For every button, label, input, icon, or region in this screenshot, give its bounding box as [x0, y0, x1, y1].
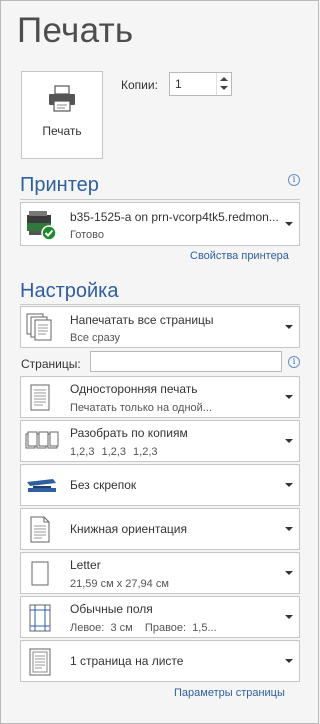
- page-title: Печать: [17, 11, 134, 50]
- copies-value: 1: [175, 77, 182, 91]
- margins-value: Обычные поля: [70, 602, 153, 616]
- pages-icon: [25, 312, 55, 347]
- pages-per-sheet-icon: [25, 647, 55, 682]
- settings-section-divider: [20, 304, 300, 305]
- stapler-icon: [25, 477, 59, 500]
- settings-section-title: Настройка: [20, 280, 119, 302]
- printer-dropdown[interactable]: b35-1525-a on prn-vcorp4tk5.redmon... Го…: [20, 202, 300, 246]
- print-button-label: Печать: [42, 124, 82, 138]
- sides-dropdown[interactable]: Односторонняя печать Печатать только на …: [20, 376, 300, 418]
- sides-value: Односторонняя печать: [70, 382, 198, 396]
- printer-icon: [47, 85, 77, 113]
- page-setup-link[interactable]: Параметры страницы: [174, 687, 285, 699]
- portrait-icon: [25, 515, 55, 550]
- pages-info-icon[interactable]: i: [288, 356, 300, 368]
- chevron-down-icon: [285, 395, 293, 399]
- chevron-down-icon: [285, 325, 293, 329]
- print-panel: Печать Печать Копии: 1 Принтер i b35-152…: [0, 0, 319, 724]
- margins-detail: Левое: 3 см Правое: 1,5...: [70, 622, 217, 634]
- printer-status: Готово: [70, 229, 104, 241]
- collate-detail: 1,2,3 1,2,3 1,2,3: [70, 446, 158, 458]
- print-range-dropdown[interactable]: Напечатать все страницы Все сразу: [20, 306, 300, 348]
- pages-per-sheet-value: 1 страница на листе: [70, 654, 184, 668]
- copies-label: Копии:: [121, 78, 158, 92]
- chevron-down-icon: [285, 615, 293, 619]
- print-button[interactable]: Печать: [21, 71, 103, 159]
- chevron-down-icon: [285, 527, 293, 531]
- chevron-down-icon: [285, 483, 293, 487]
- paper-size-dropdown[interactable]: Letter 21,59 см x 27,94 см: [20, 552, 300, 594]
- pages-per-sheet-dropdown[interactable]: 1 страница на листе: [20, 640, 300, 682]
- chevron-down-icon: [285, 659, 293, 663]
- collate-icon: [25, 429, 59, 460]
- spin-up-icon[interactable]: [220, 77, 228, 81]
- pages-label: Страницы:: [21, 357, 81, 371]
- paper-size-detail: 21,59 см x 27,94 см: [70, 578, 169, 590]
- paper-size-value: Letter: [70, 558, 101, 572]
- spin-down-icon[interactable]: [220, 86, 228, 90]
- orientation-value: Книжная ориентация: [70, 522, 187, 536]
- staple-value: Без скрепок: [70, 478, 137, 492]
- print-range-detail: Все сразу: [70, 332, 121, 344]
- printer-name: b35-1525-a on prn-vcorp4tk5.redmon...: [70, 210, 279, 224]
- printer-section-title: Принтер: [20, 174, 99, 196]
- margins-dropdown[interactable]: Обычные поля Левое: 3 см Правое: 1,5...: [20, 596, 300, 638]
- pages-input[interactable]: [90, 351, 282, 372]
- orientation-dropdown[interactable]: Книжная ориентация: [20, 508, 300, 550]
- chevron-down-icon: [285, 222, 293, 226]
- chevron-down-icon: [285, 571, 293, 575]
- printer-section-divider: [20, 199, 300, 200]
- paper-size-icon: [25, 559, 55, 594]
- collate-dropdown[interactable]: Разобрать по копиям 1,2,3 1,2,3 1,2,3: [20, 420, 300, 462]
- copies-spinner[interactable]: [216, 73, 231, 95]
- print-range-value: Напечатать все страницы: [70, 313, 214, 327]
- one-sided-icon: [25, 383, 55, 418]
- margins-icon: [25, 603, 55, 638]
- sides-detail: Печатать только на одной...: [70, 402, 212, 414]
- printer-ready-icon: [25, 209, 59, 246]
- collate-value: Разобрать по копиям: [70, 426, 188, 440]
- printer-properties-link[interactable]: Свойства принтера: [190, 250, 289, 262]
- printer-info-icon[interactable]: i: [288, 174, 300, 186]
- chevron-down-icon: [285, 439, 293, 443]
- copies-stepper[interactable]: 1: [169, 72, 232, 96]
- staple-dropdown[interactable]: Без скрепок: [20, 464, 300, 506]
